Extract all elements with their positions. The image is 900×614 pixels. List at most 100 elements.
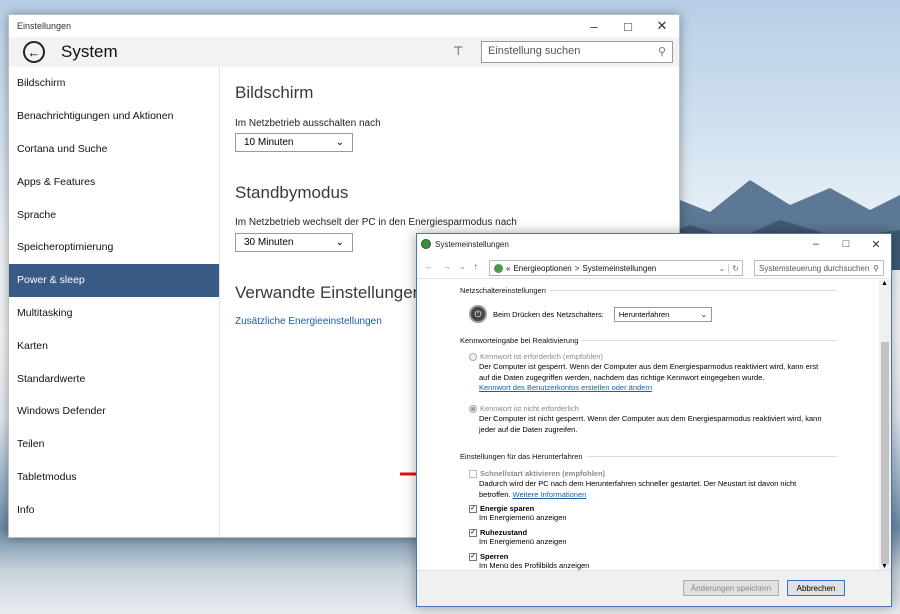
sidebar-item-multitasking[interactable]: Multitasking (9, 297, 219, 330)
chevron-down-icon: ⌄ (335, 237, 344, 248)
fast-startup-label: Schnellstart aktivieren (empfohlen) (480, 469, 606, 478)
hibernate-option: ✓ Ruhezustand Im Energiemenü anzeigen (469, 528, 567, 546)
pw-not-required-radio[interactable] (469, 404, 477, 413)
sleep-option: ✓ Energie sparen Im Energiemenü anzeigen (469, 504, 567, 522)
breadcrumb-systemeinstellungen[interactable]: Systemeinstellungen (582, 264, 656, 273)
lock-option: ✓ Sperren Im Menü des Profilbilds anzeig… (469, 552, 589, 570)
fast-startup-checkbox[interactable] (469, 469, 477, 478)
cp-minimize-button[interactable]: – (801, 234, 831, 254)
screen-timeout-value: 10 Minuten (244, 137, 294, 148)
cp-window-title: Systemeinstellungen (435, 239, 509, 249)
screen-timeout-label: Im Netzbetrieb ausschalten nach (235, 118, 381, 129)
search-icon: ⚲ (873, 263, 879, 273)
pw-required-radio[interactable] (469, 352, 477, 361)
sidebar-item-teilen[interactable]: Teilen (9, 428, 219, 461)
screen-timeout-select[interactable]: 10 Minuten ⌄ (235, 133, 353, 152)
minimize-button[interactable]: – (577, 15, 611, 37)
settings-search-input[interactable]: Einstellung suchen ⚲ (481, 41, 673, 63)
lock-checkbox[interactable]: ✓ (469, 552, 477, 561)
scroll-down-icon[interactable]: ▼ (881, 563, 888, 570)
standby-heading: Standbymodus (235, 183, 349, 202)
breadcrumb-separator: > (574, 263, 580, 273)
lock-label: Sperren (480, 552, 509, 561)
screen-heading: Bildschirm (235, 83, 314, 102)
nav-back-icon[interactable]: ← (425, 262, 433, 271)
sleep-label: Energie sparen (480, 504, 535, 513)
chevron-down-icon: ⌄ (700, 309, 707, 319)
maximize-button[interactable]: □ (611, 15, 645, 37)
settings-search-placeholder: Einstellung suchen (488, 45, 581, 57)
standby-timeout-select[interactable]: 30 Minuten ⌄ (235, 233, 353, 252)
pw-account-link[interactable]: Kennwort des Benutzerkontos erstellen od… (479, 383, 829, 392)
page-title: System (61, 42, 118, 61)
nav-history-icon[interactable]: ⌄ (459, 262, 466, 271)
sidebar-item-cortana[interactable]: Cortana und Suche (9, 133, 219, 166)
section-shutdown: Einstellungen für das Herunterfahren (460, 452, 837, 461)
sidebar-item-benachrichtigungen[interactable]: Benachrichtigungen und Aktionen (9, 100, 219, 133)
cp-close-button[interactable]: ✕ (861, 234, 891, 254)
cp-search-placeholder: Systemsteuerung durchsuchen (759, 263, 870, 273)
hibernate-label: Ruhezustand (480, 528, 528, 537)
cp-search-input[interactable]: Systemsteuerung durchsuchen ⚲ (754, 260, 884, 276)
standby-timeout-value: 30 Minuten (244, 237, 294, 248)
sidebar-item-apps[interactable]: Apps & Features (9, 165, 219, 198)
sidebar-item-info[interactable]: Info (9, 493, 219, 526)
related-heading: Verwandte Einstellungen (235, 283, 423, 302)
lock-desc: Im Menü des Profilbilds anzeigen (479, 561, 590, 570)
scroll-up-icon[interactable]: ▲ (881, 280, 888, 287)
scrollbar-thumb[interactable] (881, 342, 889, 564)
fast-startup-desc: Dadurch wird der PC nach dem Herunterfah… (479, 478, 829, 500)
additional-power-settings-link[interactable]: Zusätzliche Energieeinstellungen (235, 316, 382, 327)
pw-required-label: Kennwort ist erforderlich (empfohlen) (480, 352, 603, 361)
sidebar-item-standardwerte[interactable]: Standardwerte (9, 362, 219, 395)
hibernate-desc: Im Energiemenü anzeigen (479, 537, 567, 546)
breadcrumb-prefix: « (506, 263, 511, 273)
power-button-row: ⏻ Beim Drücken des Netzschalters: Herunt… (469, 305, 712, 323)
more-info-link[interactable]: Weitere Informationen (513, 490, 587, 499)
sidebar-item-speicher[interactable]: Speicheroptimierung (9, 231, 219, 264)
save-changes-button[interactable]: Änderungen speichern (683, 580, 779, 596)
cp-maximize-button[interactable]: □ (831, 234, 861, 254)
pin-icon[interactable]: ⊤ (453, 44, 463, 58)
sidebar-item-tabletmodus[interactable]: Tabletmodus (9, 461, 219, 494)
cp-titlebar: Systemeinstellungen – □ ✕ (417, 234, 891, 254)
control-panel-icon (494, 263, 503, 273)
system-settings-window: Systemeinstellungen – □ ✕ ← → ⌄ ↑ « Ener… (416, 233, 892, 607)
power-button-icon: ⏻ (469, 305, 487, 323)
back-arrow-icon: ← (27, 44, 41, 60)
address-bar[interactable]: « Energieoptionen > Systemeinstellungen … (489, 260, 743, 276)
cancel-button[interactable]: Abbrechen (787, 580, 845, 596)
pw-not-required-desc: Der Computer ist nicht gesperrt. Wenn de… (479, 414, 822, 434)
sidebar-item-sprache[interactable]: Sprache (9, 198, 219, 231)
close-button[interactable]: ✕ (645, 15, 679, 37)
nav-forward-icon[interactable]: → (443, 262, 451, 271)
power-button-select[interactable]: Herunterfahren ⌄ (613, 306, 712, 322)
settings-sidebar: Bildschirm Benachrichtigungen und Aktion… (9, 67, 220, 537)
back-button[interactable]: ← (23, 41, 45, 63)
sidebar-item-bildschirm[interactable]: Bildschirm (9, 67, 219, 100)
search-icon: ⚲ (657, 46, 666, 58)
sidebar-item-defender[interactable]: Windows Defender (9, 395, 219, 428)
sidebar-item-karten[interactable]: Karten (9, 329, 219, 362)
hibernate-checkbox[interactable]: ✓ (469, 528, 477, 537)
power-options-icon (421, 239, 431, 249)
pw-not-required-label: Kennwort ist nicht erforderlich (480, 404, 579, 413)
fast-startup-option: Schnellstart aktivieren (empfohlen) Dadu… (469, 469, 829, 500)
chevron-down-icon: ⌄ (335, 137, 344, 148)
settings-titlebar: Einstellungen – □ ✕ (9, 15, 679, 37)
address-dropdown-icon[interactable]: ⌄ (719, 264, 726, 273)
power-button-label: Beim Drücken des Netzschalters: (493, 309, 604, 319)
sleep-checkbox[interactable]: ✓ (469, 504, 477, 513)
breadcrumb-energieoptionen[interactable]: Energieoptionen (513, 264, 571, 273)
pw-required-option: Kennwort ist erforderlich (empfohlen) De… (469, 352, 829, 392)
section-power-button: Netzschaltereinstellungen (460, 286, 837, 295)
refresh-icon[interactable]: ↻ (728, 263, 742, 273)
settings-header: ← System ⊤ Einstellung suchen ⚲ (9, 37, 679, 67)
settings-window-title: Einstellungen (17, 21, 72, 31)
nav-up-icon[interactable]: ↑ (474, 262, 478, 271)
cp-footer: Änderungen speichern Abbrechen (417, 570, 891, 606)
cp-scrollbar[interactable]: ▲ ▼ (879, 280, 891, 570)
sleep-desc: Im Energiemenü anzeigen (479, 513, 567, 522)
section-password: Kennworteingabe bei Reaktivierung (460, 336, 837, 345)
sidebar-item-power-sleep[interactable]: Power & sleep (9, 263, 219, 297)
